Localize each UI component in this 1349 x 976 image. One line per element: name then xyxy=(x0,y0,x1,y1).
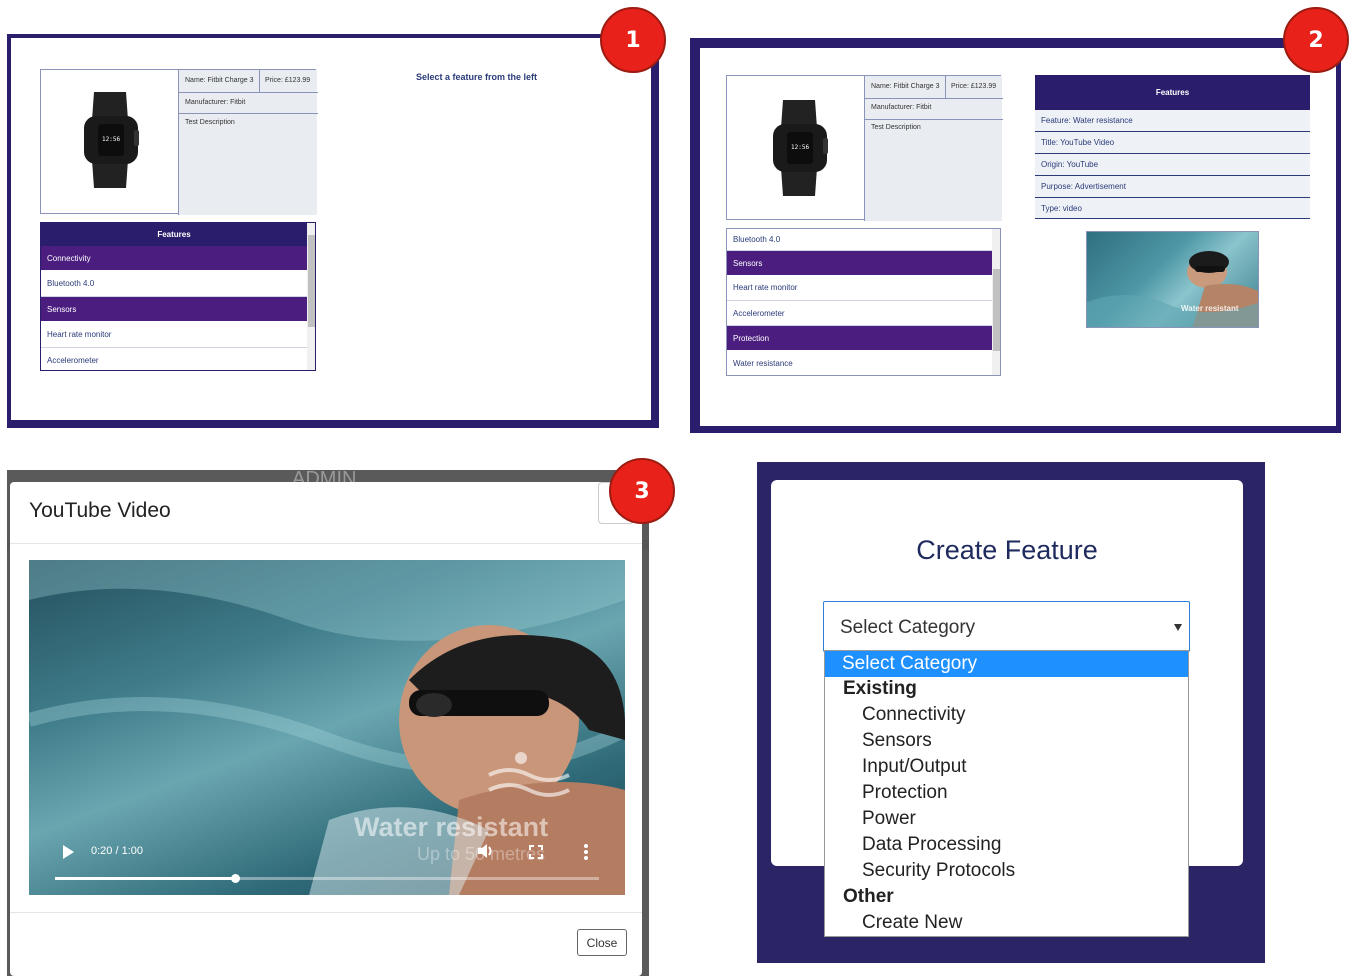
feature-list-scrollbar[interactable] xyxy=(307,223,315,370)
feature-row-heart-rate[interactable]: Heart rate monitor xyxy=(727,275,992,301)
detail-origin: Origin: YouTube xyxy=(1035,154,1310,176)
feature-row-heart-rate[interactable]: Heart rate monitor xyxy=(41,321,307,348)
product-image: 12:56 xyxy=(66,90,156,190)
option-data-processing[interactable]: Data Processing xyxy=(862,834,1001,856)
option-security-protocols[interactable]: Security Protocols xyxy=(862,860,1015,882)
detail-title: Title: YouTube Video xyxy=(1035,132,1310,154)
option-create-new[interactable]: Create New xyxy=(862,912,962,934)
feature-row-bluetooth[interactable]: Bluetooth 4.0 xyxy=(727,229,992,251)
thumbnail-caption: Water resistant xyxy=(1181,304,1239,313)
watch-time: 12:56 xyxy=(102,136,121,143)
detail-feature: Feature: Water resistance xyxy=(1035,110,1310,132)
feature-row-bluetooth[interactable]: Bluetooth 4.0 xyxy=(41,270,307,297)
features-header: Features xyxy=(1035,75,1310,110)
close-button[interactable]: Close xyxy=(577,929,627,956)
video-progress-handle[interactable] xyxy=(230,874,240,883)
product-price: Price: £123.99 xyxy=(951,83,997,90)
product-card-2: 12:56 Name: Fitbit Charge 3 Price: £123.… xyxy=(726,75,1003,221)
panel-4: Create Feature Select Category Select Ca… xyxy=(757,462,1265,963)
play-icon[interactable] xyxy=(63,845,74,859)
step-badge-1: 1 xyxy=(600,7,666,73)
product-card: 12:56 Name: Fitbit Charge 3 Price: £123.… xyxy=(40,69,318,215)
video-progress-fill xyxy=(55,877,235,880)
feature-details: Features Feature: Water resistance Title… xyxy=(1035,75,1310,219)
create-feature-title: Create Feature xyxy=(916,535,1098,565)
video-thumbnail[interactable]: Water resistant xyxy=(1086,231,1259,328)
step-badge-3: 3 xyxy=(609,458,675,524)
chevron-down-icon xyxy=(1174,624,1182,631)
optgroup-existing: Existing xyxy=(843,678,917,699)
swimmer-image xyxy=(1087,251,1258,327)
category-row-protection[interactable]: Protection xyxy=(727,326,992,350)
feature-list-2: Bluetooth 4.0 Sensors Heart rate monitor… xyxy=(726,228,1001,376)
panel-3: ADMIN YouTube Video Water resistant Up t… xyxy=(7,470,649,976)
video-player[interactable]: Water resistant Up to 50 metres 0:20 / 1… xyxy=(29,560,625,895)
panel-1: 12:56 Name: Fitbit Charge 3 Price: £123.… xyxy=(7,34,659,428)
select-feature-prompt: Select a feature from the left xyxy=(416,72,538,82)
feature-row-accelerometer[interactable]: Accelerometer xyxy=(41,348,307,370)
video-progress-track[interactable] xyxy=(55,874,599,883)
fullscreen-icon[interactable] xyxy=(529,845,543,859)
category-row-sensors[interactable]: Sensors xyxy=(727,251,992,275)
volume-icon[interactable] xyxy=(476,842,496,860)
option-connectivity[interactable]: Connectivity xyxy=(862,704,966,726)
category-row-connectivity[interactable]: Connectivity xyxy=(41,246,307,270)
category-dropdown: Select Category Existing Connectivity Se… xyxy=(824,650,1189,937)
feature-list: Features Connectivity Bluetooth 4.0 Sens… xyxy=(40,222,316,371)
category-select[interactable]: Select Category xyxy=(823,601,1190,652)
option-select-category[interactable]: Select Category xyxy=(825,651,1188,677)
modal-title: YouTube Video xyxy=(29,499,171,522)
more-options-icon[interactable] xyxy=(584,844,588,860)
option-sensors[interactable]: Sensors xyxy=(862,730,932,752)
product-name: Name: Fitbit Charge 3 xyxy=(871,83,940,90)
category-row-sensors[interactable]: Sensors xyxy=(41,297,307,321)
category-select-value: Select Category xyxy=(840,617,976,638)
video-modal: YouTube Video Water resistant Up to 50 m… xyxy=(10,482,642,976)
product-manufacturer: Manufacturer: Fitbit xyxy=(185,99,246,106)
product-price: Price: £123.99 xyxy=(265,77,311,84)
option-input-output[interactable]: Input/Output xyxy=(862,756,967,778)
detail-type: Type: video xyxy=(1035,198,1310,219)
product-description: Test Description xyxy=(871,124,921,131)
step-badge-2: 2 xyxy=(1283,7,1349,73)
product-manufacturer: Manufacturer: Fitbit xyxy=(871,104,932,111)
product-description: Test Description xyxy=(185,119,235,126)
feature-row-water-resistance[interactable]: Water resistance xyxy=(727,350,992,375)
features-header: Features xyxy=(41,223,307,246)
option-power[interactable]: Power xyxy=(862,808,916,830)
optgroup-other: Other xyxy=(843,886,894,907)
video-overlay-text: Water resistant xyxy=(354,812,549,842)
feature-list-scrollbar[interactable] xyxy=(992,229,1000,375)
option-protection[interactable]: Protection xyxy=(862,782,948,804)
feature-row-accelerometer[interactable]: Accelerometer xyxy=(727,301,992,326)
product-name: Name: Fitbit Charge 3 xyxy=(185,77,254,84)
panel-2: 12:56 Name: Fitbit Charge 3 Price: £123.… xyxy=(690,38,1341,433)
video-time: 0:20 / 1:00 xyxy=(91,845,143,857)
detail-purpose: Purpose: Advertisement xyxy=(1035,176,1310,198)
watch-time: 12:56 xyxy=(791,144,810,151)
